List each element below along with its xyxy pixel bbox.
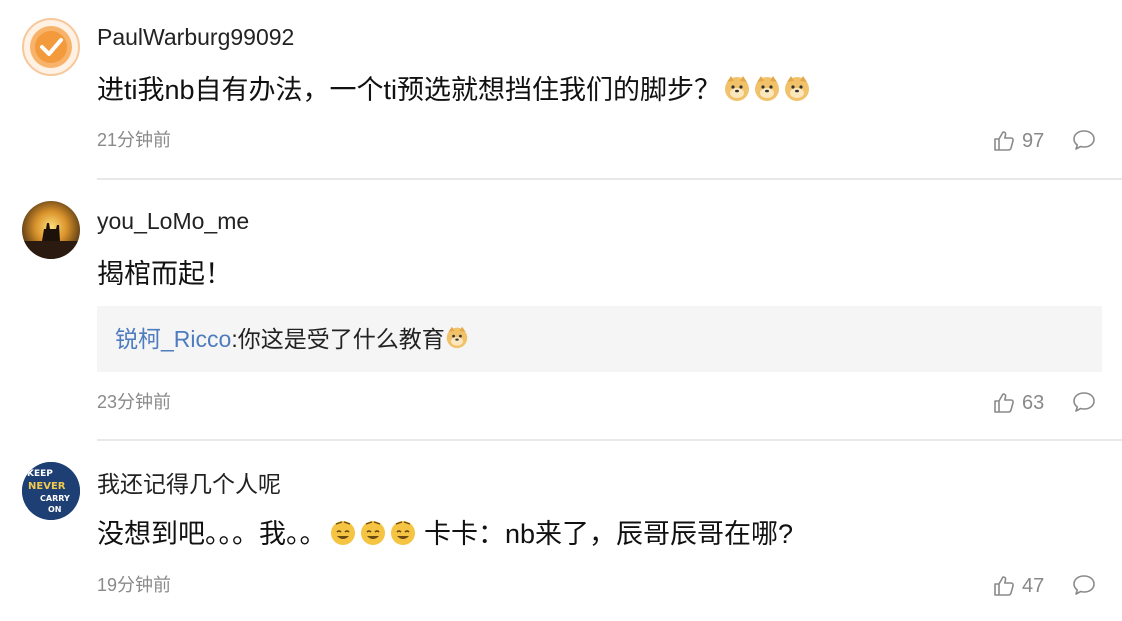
comment-item: KEEP NEVER CARRY ON 我还记得几个人呢 没想到吧。。。我。。 … [0,0,1122,597]
sunset-silhouette-icon [22,201,80,259]
comment-text: 揭棺而起！ [97,259,232,289]
timestamp: 23分钟前 [97,392,172,412]
like-button[interactable]: 63 [992,390,1044,416]
sweat-smile-emoji-icon [330,521,355,545]
timestamp: 19分钟前 [97,575,172,595]
like-count: 47 [1022,574,1045,597]
doge-emoji-icon [446,326,467,349]
thumbs-up-icon [994,393,1014,413]
username[interactable]: 我还记得几个人呢 [97,470,281,498]
keep-calm-poster-icon: KEEP NEVER CARRY ON [22,462,80,520]
sweat-smile-emoji-icon [390,521,415,545]
reply-box: 锐柯_Ricco:你这是受了什么教育 [97,306,1102,372]
reply-text: 你这是受了什么教育 [237,326,445,352]
svg-text:KEEP: KEEP [27,469,53,479]
reply-username[interactable]: 锐柯_Ricco [115,326,231,352]
divider [97,439,1122,441]
reply-bubble-icon[interactable] [1071,390,1097,414]
thumbs-up-icon [994,576,1014,596]
like-count: 63 [1022,391,1045,414]
svg-text:ON: ON [48,505,62,514]
comment-text-before: 没想到吧。。。我。。 [97,519,327,549]
sweat-smile-emoji-icon [360,521,385,545]
avatar[interactable] [22,201,80,259]
svg-text:CARRY: CARRY [40,494,70,503]
svg-text:NEVER: NEVER [28,481,66,492]
like-button[interactable]: 47 [992,573,1044,599]
username[interactable]: you_LoMo_me [97,207,249,235]
comment-text: 没想到吧。。。我。。 卡卡：nb来了，辰哥辰哥在哪? [97,517,793,551]
reply-bubble-icon[interactable] [1071,573,1097,597]
comment-text-after: 卡卡：nb来了，辰哥辰哥在哪? [416,519,794,549]
avatar[interactable]: KEEP NEVER CARRY ON [22,462,80,520]
